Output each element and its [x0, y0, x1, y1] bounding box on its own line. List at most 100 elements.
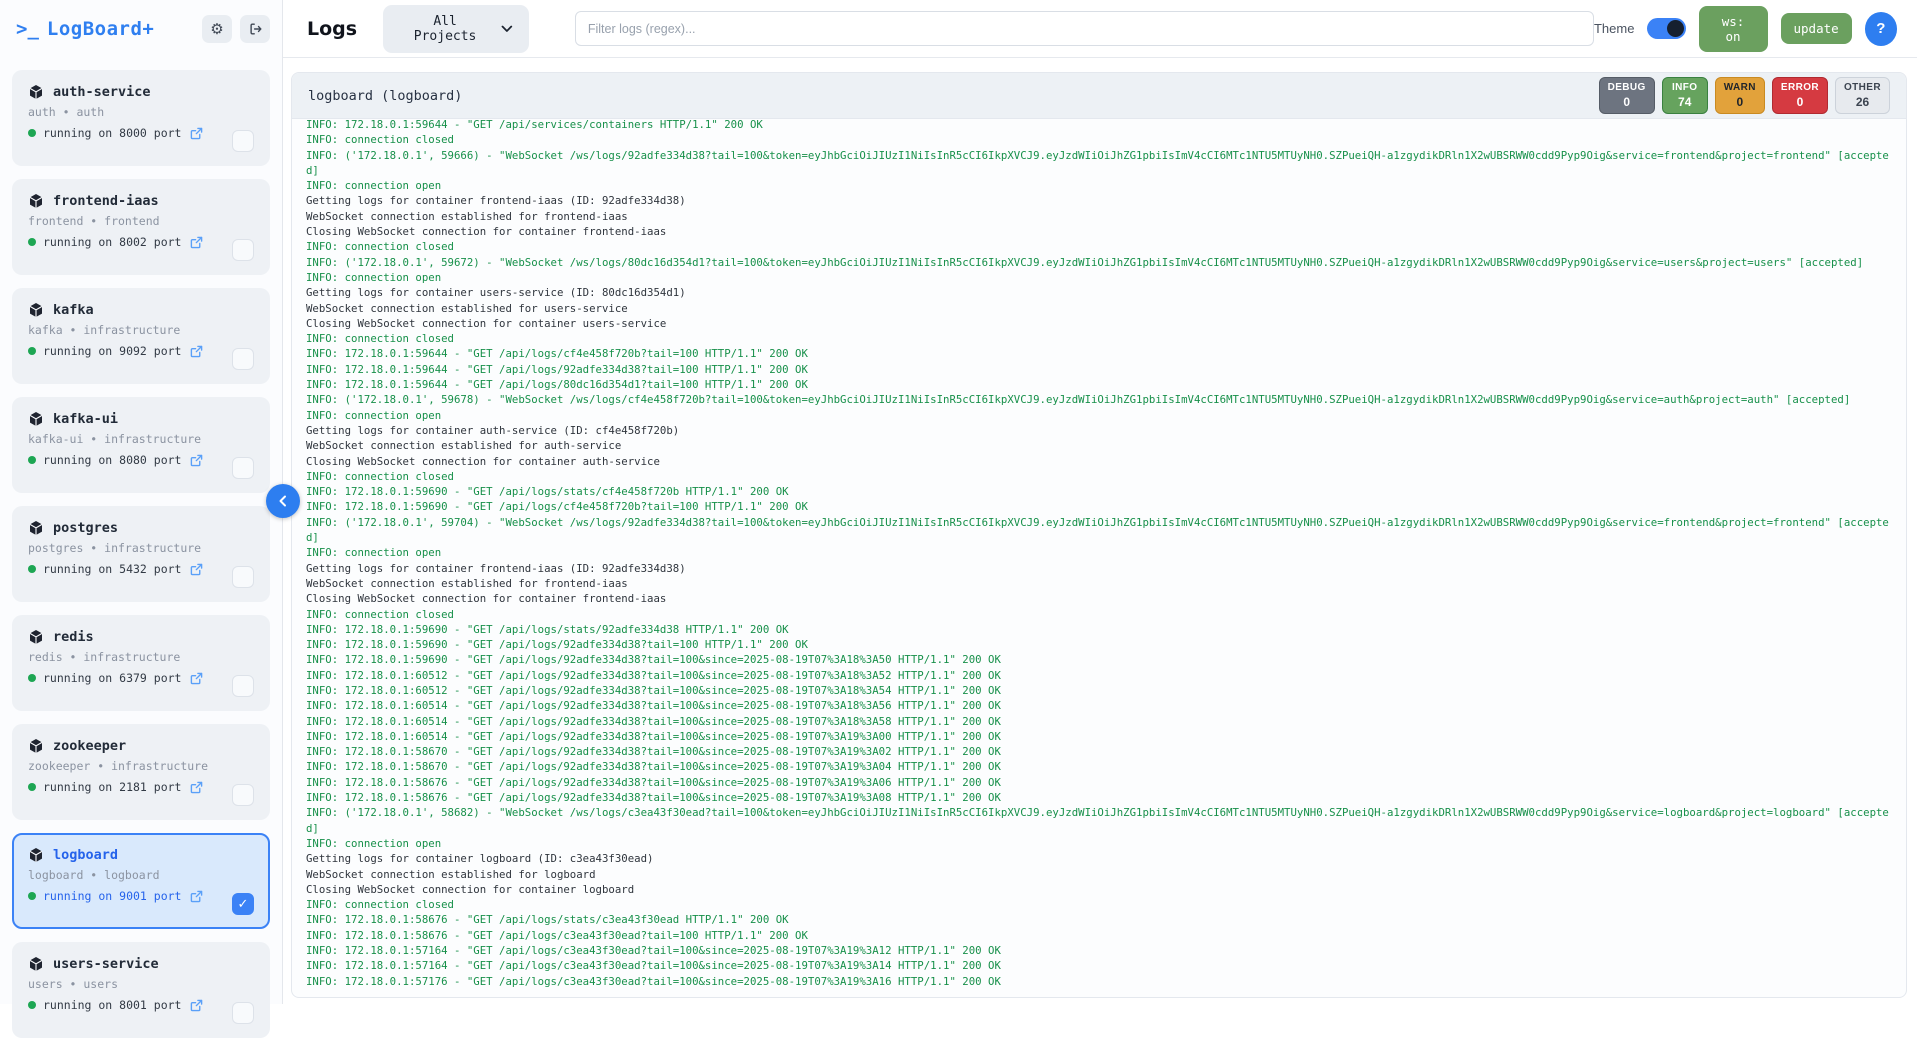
badge-debug[interactable]: DEBUG 0 [1599, 77, 1655, 114]
log-output[interactable]: INFO: 172.18.0.1:59644 - "GET /api/servi… [292, 119, 1906, 998]
service-card-logboard[interactable]: logboard logboard • logboard running on … [12, 833, 270, 929]
service-meta: zookeeper • infrastructure [28, 759, 254, 773]
log-line: INFO: 172.18.0.1:57164 - "GET /api/logs/… [306, 943, 1892, 958]
service-status-text: running on 8080 port [43, 453, 181, 467]
service-checkbox[interactable]: ✓ [232, 130, 254, 152]
service-checkbox[interactable]: ✓ [232, 784, 254, 806]
log-line: Closing WebSocket connection for contain… [306, 224, 1892, 239]
main-area: Logs All Projects Theme ws: on update ? … [283, 0, 1917, 1004]
service-meta: kafka-ui • infrastructure [28, 432, 254, 446]
project-select[interactable]: All Projects [383, 5, 529, 53]
log-level-badges: DEBUG 0 INFO 74 WARN 0 ERROR 0 OTHER 26 [1599, 77, 1890, 114]
log-line: INFO: 172.18.0.1:59644 - "GET /api/logs/… [306, 362, 1892, 377]
log-filter-input[interactable] [575, 11, 1594, 46]
service-card-zookeeper[interactable]: zookeeper zookeeper • infrastructure run… [12, 724, 270, 820]
external-link-icon[interactable] [190, 236, 203, 249]
service-checkbox[interactable]: ✓ [232, 239, 254, 261]
service-card-kafka-ui[interactable]: kafka-ui kafka-ui • infrastructure runni… [12, 397, 270, 493]
service-checkbox[interactable]: ✓ [232, 348, 254, 370]
log-line: INFO: connection closed [306, 469, 1892, 484]
status-dot [28, 238, 36, 246]
theme-toggle-knob [1667, 20, 1684, 37]
badge-info[interactable]: INFO 74 [1662, 77, 1708, 114]
badge-other[interactable]: OTHER 26 [1835, 77, 1890, 114]
service-name: kafka-ui [53, 411, 118, 427]
status-dot [28, 674, 36, 682]
external-link-icon[interactable] [190, 563, 203, 576]
external-link-icon[interactable] [190, 127, 203, 140]
badge-label: ERROR [1781, 82, 1819, 95]
log-line: Closing WebSocket connection for contain… [306, 591, 1892, 606]
badge-count: 26 [1844, 95, 1881, 110]
service-card-frontend-iaas[interactable]: frontend-iaas frontend • frontend runnin… [12, 179, 270, 275]
service-status-text: running on 2181 port [43, 780, 181, 794]
badge-count: 0 [1781, 95, 1819, 110]
log-line: Getting logs for container auth-service … [306, 423, 1892, 438]
external-link-icon[interactable] [190, 672, 203, 685]
service-card-users-service[interactable]: users-service users • users running on 8… [12, 942, 270, 1038]
log-line: INFO: 172.18.0.1:59644 - "GET /api/servi… [306, 119, 1892, 132]
sidebar: >_ LogBoard+ ⚙ auth-service auth • auth [0, 0, 283, 1004]
service-name: kafka [53, 302, 94, 318]
external-link-icon[interactable] [190, 890, 203, 903]
service-meta: postgres • infrastructure [28, 541, 254, 555]
service-name: auth-service [53, 84, 151, 100]
update-button[interactable]: update [1781, 13, 1852, 44]
service-status-text: running on 9092 port [43, 344, 181, 358]
page-title: Logs [307, 18, 357, 40]
service-card-auth-service[interactable]: auth-service auth • auth running on 8000… [12, 70, 270, 166]
sidebar-collapse-button[interactable] [266, 484, 300, 518]
log-line: INFO: connection open [306, 270, 1892, 285]
logout-button[interactable] [240, 15, 270, 43]
log-line: INFO: connection closed [306, 607, 1892, 622]
external-link-icon[interactable] [190, 454, 203, 467]
log-line: INFO: ('172.18.0.1', 59678) - "WebSocket… [306, 392, 1892, 407]
service-checkbox[interactable]: ✓ [232, 675, 254, 697]
service-checkbox[interactable]: ✓ [232, 457, 254, 479]
sidebar-header: >_ LogBoard+ ⚙ [0, 0, 282, 58]
chevron-down-icon [501, 25, 513, 33]
badge-error[interactable]: ERROR 0 [1772, 77, 1828, 114]
websocket-toggle-button[interactable]: ws: on [1699, 6, 1768, 52]
service-card-kafka[interactable]: kafka kafka • infrastructure running on … [12, 288, 270, 384]
log-line: WebSocket connection established for fro… [306, 576, 1892, 591]
service-checkbox[interactable]: ✓ [232, 1002, 254, 1024]
external-link-icon[interactable] [190, 999, 203, 1012]
badge-label: INFO [1671, 82, 1699, 95]
log-line: INFO: 172.18.0.1:58676 - "GET /api/logs/… [306, 912, 1892, 927]
service-checkbox[interactable]: ✓ [232, 893, 254, 915]
service-card-redis[interactable]: redis redis • infrastructure running on … [12, 615, 270, 711]
help-button[interactable]: ? [1865, 12, 1897, 46]
service-status-text: running on 6379 port [43, 671, 181, 685]
log-line: INFO: 172.18.0.1:57164 - "GET /api/logs/… [306, 958, 1892, 973]
service-checkbox[interactable]: ✓ [232, 566, 254, 588]
badge-warn[interactable]: WARN 0 [1715, 77, 1765, 114]
package-icon [28, 193, 44, 209]
log-line: Getting logs for container users-service… [306, 285, 1892, 300]
package-icon [28, 956, 44, 972]
package-icon [28, 847, 44, 863]
theme-label: Theme [1594, 21, 1634, 36]
log-line: INFO: 172.18.0.1:60512 - "GET /api/logs/… [306, 668, 1892, 683]
log-panel-header: logboard (logboard) DEBUG 0 INFO 74 WARN… [292, 73, 1906, 119]
log-line: WebSocket connection established for fro… [306, 209, 1892, 224]
service-status-text: running on 5432 port [43, 562, 181, 576]
log-line: INFO: 172.18.0.1:59690 - "GET /api/logs/… [306, 499, 1892, 514]
check-icon: ✓ [238, 896, 249, 912]
service-card-postgres[interactable]: postgres postgres • infrastructure runni… [12, 506, 270, 602]
log-line: INFO: 172.18.0.1:58676 - "GET /api/logs/… [306, 928, 1892, 943]
gear-icon: ⚙ [210, 22, 223, 37]
project-select-label: All Projects [399, 14, 491, 44]
theme-toggle[interactable] [1647, 18, 1685, 39]
app-logo[interactable]: >_ LogBoard+ [16, 18, 154, 40]
settings-button[interactable]: ⚙ [202, 15, 232, 43]
log-line: INFO: 172.18.0.1:59690 - "GET /api/logs/… [306, 484, 1892, 499]
log-line: WebSocket connection established for use… [306, 301, 1892, 316]
external-link-icon[interactable] [190, 345, 203, 358]
service-status-text: running on 8000 port [43, 126, 181, 140]
question-mark-icon: ? [1876, 20, 1885, 37]
service-status-text: running on 8001 port [43, 998, 181, 1012]
service-meta: users • users [28, 977, 254, 991]
external-link-icon[interactable] [190, 781, 203, 794]
badge-label: WARN [1724, 82, 1756, 95]
